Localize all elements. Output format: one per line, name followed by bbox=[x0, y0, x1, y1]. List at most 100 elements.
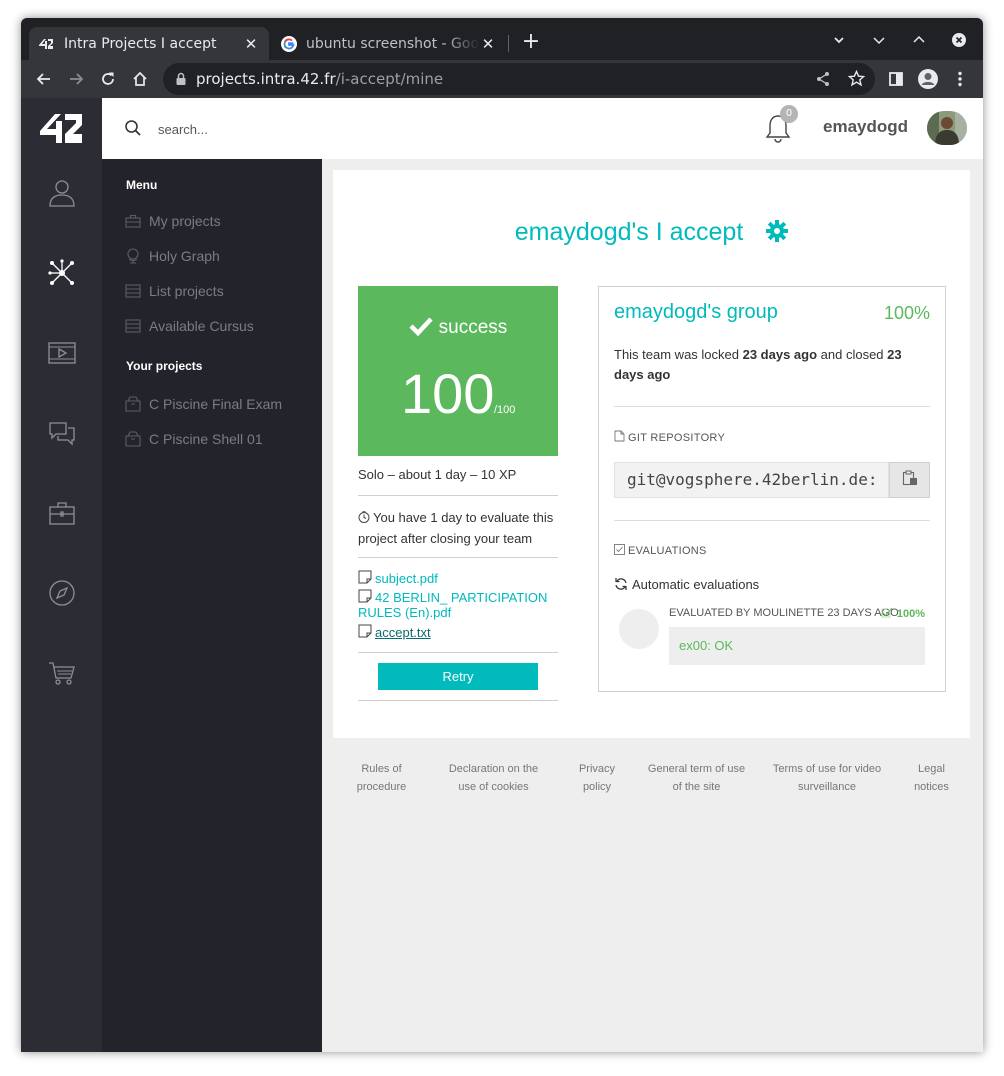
lock-icon bbox=[175, 71, 187, 90]
forum-chat-nav-icon[interactable] bbox=[47, 418, 77, 448]
footer-line: Legal bbox=[918, 763, 945, 775]
briefcase-icon bbox=[125, 213, 141, 229]
minimize-icon[interactable] bbox=[869, 30, 889, 50]
file-link-accept[interactable]: accept.txt bbox=[358, 624, 558, 641]
git-repository-field[interactable]: git@vogsphere.42berlin.de: bbox=[614, 462, 889, 498]
team-lock-status: This team was locked 23 days ago and clo… bbox=[614, 345, 934, 385]
compass-nav-icon[interactable] bbox=[47, 578, 77, 608]
gear-icon[interactable] bbox=[766, 220, 789, 249]
divider bbox=[358, 495, 558, 496]
clipboard-icon bbox=[902, 470, 918, 490]
footer-link-legal[interactable]: Legal notices bbox=[909, 760, 954, 796]
footer-line: General term of use bbox=[647, 763, 746, 775]
file-icon bbox=[614, 430, 625, 445]
url-path: /i-accept/mine bbox=[335, 70, 444, 88]
menu-item-my-projects[interactable]: My projects bbox=[125, 213, 221, 229]
page-title: emaydogd's I accept bbox=[333, 218, 970, 249]
locked-time: 23 days ago bbox=[742, 347, 818, 362]
status-label: success bbox=[358, 316, 558, 342]
project-title: emaydogd's I accept bbox=[514, 218, 744, 246]
score-box: success 100 /100 bbox=[358, 286, 558, 456]
forward-arrow-icon[interactable] bbox=[64, 67, 88, 91]
project-card: emaydogd's I accept success 100 /100 Sol… bbox=[333, 170, 970, 738]
browser-menu-icon[interactable] bbox=[948, 67, 972, 91]
evaluations-heading: EVALUATIONS bbox=[614, 544, 707, 558]
evaluator-avatar bbox=[619, 609, 659, 649]
address-bar[interactable]: projects.intra.42.fr/i-accept/mine bbox=[163, 63, 875, 95]
menu-item-list-projects[interactable]: List projects bbox=[125, 283, 224, 299]
home-icon[interactable] bbox=[128, 67, 152, 91]
user-avatar[interactable] bbox=[927, 111, 967, 145]
file-link-subject[interactable]: subject.pdf bbox=[358, 570, 558, 587]
browser-toolbar: projects.intra.42.fr/i-accept/mine bbox=[21, 60, 983, 98]
profile-icon[interactable] bbox=[916, 67, 940, 91]
automatic-evaluations: Automatic evaluations bbox=[614, 577, 759, 594]
tab-search-chevron-icon[interactable] bbox=[829, 30, 849, 50]
icon-sidebar bbox=[21, 98, 102, 1052]
box-icon bbox=[125, 431, 141, 447]
git-label: GIT REPOSITORY bbox=[628, 432, 726, 444]
team-panel: emaydogd's group 100% This team was lock… bbox=[598, 286, 946, 692]
tab-strip: Intra Projects I accept ✕ ubuntu screens… bbox=[21, 18, 983, 60]
footer-link-cookies[interactable]: Declaration on the use of cookies bbox=[441, 760, 546, 796]
new-tab-button[interactable]: + bbox=[519, 31, 543, 55]
search-input[interactable] bbox=[158, 118, 458, 140]
evaluation-notice: You have 1 day to evaluate this project … bbox=[358, 508, 558, 549]
list-icon bbox=[125, 318, 141, 334]
footer-link-privacy[interactable]: Privacy policy bbox=[572, 760, 622, 796]
profile-nav-icon[interactable] bbox=[47, 178, 77, 208]
box-icon bbox=[125, 396, 141, 412]
side-panel-icon[interactable] bbox=[884, 67, 908, 91]
footer-link-rules[interactable]: Rules of procedure bbox=[349, 760, 414, 796]
globe-icon bbox=[125, 248, 141, 264]
tab-separator bbox=[508, 35, 509, 52]
list-icon bbox=[125, 283, 141, 299]
notifications-count-badge: 0 bbox=[780, 105, 798, 123]
menu-item-label: My projects bbox=[149, 213, 221, 229]
username-label[interactable]: emaydogd bbox=[823, 117, 908, 137]
divider bbox=[614, 406, 930, 407]
maximize-icon[interactable] bbox=[909, 30, 929, 50]
footer-line: of the site bbox=[672, 781, 721, 793]
menu-item-holy-graph[interactable]: Holy Graph bbox=[125, 248, 220, 264]
copy-clipboard-button[interactable] bbox=[889, 462, 930, 498]
menu-item-available-cursus[interactable]: Available Cursus bbox=[125, 318, 254, 334]
divider bbox=[614, 520, 930, 521]
footer-line: Declaration on the bbox=[448, 763, 539, 775]
close-tab-icon[interactable]: ✕ bbox=[243, 35, 259, 53]
companies-briefcase-nav-icon[interactable] bbox=[47, 498, 77, 528]
tab-intra-projects[interactable]: Intra Projects I accept ✕ bbox=[29, 27, 269, 60]
url-host: projects.intra.42.fr bbox=[196, 70, 336, 88]
footer-link-general-terms[interactable]: General term of use of the site bbox=[641, 760, 752, 796]
bookmark-star-icon[interactable] bbox=[847, 69, 866, 91]
team-name[interactable]: emaydogd's group bbox=[614, 301, 778, 324]
evaluator-info: EVALUATED BY MOULINETTE 23 DAYS AGO bbox=[669, 607, 899, 619]
close-window-icon[interactable] bbox=[949, 30, 969, 50]
close-tab-icon[interactable]: ✕ bbox=[480, 35, 496, 53]
evaluation-mark: 100% bbox=[881, 606, 925, 621]
file-link-participation-rules[interactable]: 42 BERLIN_ PARTICIPATION RULES (En).pdf bbox=[358, 589, 558, 620]
tab-google-search[interactable]: ubuntu screenshot - Google ✕ bbox=[271, 27, 506, 60]
42-logo[interactable] bbox=[40, 112, 84, 148]
file-icon bbox=[358, 624, 372, 641]
projects-graph-nav-icon[interactable] bbox=[47, 258, 77, 288]
share-icon[interactable] bbox=[815, 71, 831, 91]
status-text: success bbox=[438, 317, 508, 338]
closed-prefix: and closed bbox=[817, 347, 888, 362]
footer-link-video-surveillance[interactable]: Terms of use for video surveillance bbox=[768, 760, 886, 796]
file-name: subject.pdf bbox=[375, 571, 438, 586]
footer-line: procedure bbox=[356, 781, 407, 793]
reload-icon[interactable] bbox=[96, 67, 120, 91]
git-repository-heading: GIT REPOSITORY bbox=[614, 430, 725, 445]
tab-title: ubuntu screenshot - Google bbox=[306, 35, 480, 52]
menu-item-c-piscine-shell-01[interactable]: C Piscine Shell 01 bbox=[125, 431, 263, 447]
retry-button[interactable]: Retry bbox=[378, 663, 538, 690]
back-arrow-icon[interactable] bbox=[32, 67, 56, 91]
footer-line: Terms of use for video bbox=[772, 763, 882, 775]
menu-item-c-piscine-final-exam[interactable]: C Piscine Final Exam bbox=[125, 396, 282, 412]
final-mark: 100 bbox=[401, 362, 495, 425]
shop-cart-nav-icon[interactable] bbox=[47, 658, 77, 688]
footer-line: Privacy bbox=[578, 763, 616, 775]
file-name: accept.txt bbox=[375, 625, 431, 640]
elearning-nav-icon[interactable] bbox=[47, 338, 77, 368]
